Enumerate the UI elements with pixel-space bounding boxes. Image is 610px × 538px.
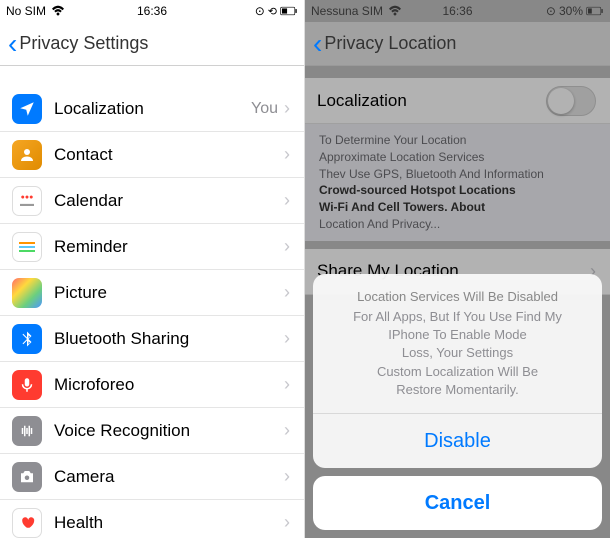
nav-title: Privacy Location [324,33,456,54]
status-bar: No SIM 16:36 ⊙ ⟲ [0,0,304,22]
row-contact[interactable]: Contact › [0,132,304,178]
voice-icon [12,416,42,446]
reminder-icon [12,232,42,262]
microphone-icon [12,370,42,400]
chevron-right-icon: › [284,466,290,487]
chevron-right-icon: › [284,98,290,119]
status-bar: Nessuna SIM 16:36 ⊙ 30% [305,0,610,22]
camera-icon [12,462,42,492]
row-bluetooth[interactable]: Bluetooth Sharing › [0,316,304,362]
chevron-right-icon: › [284,144,290,165]
disable-button[interactable]: Disable [313,414,602,468]
chevron-right-icon: › [284,236,290,257]
row-voice[interactable]: Voice Recognition › [0,408,304,454]
row-label: Contact [54,145,284,165]
screen-privacy-settings: No SIM 16:36 ⊙ ⟲ ‹ Privacy Settings Loca… [0,0,305,538]
nav-title: Privacy Settings [19,33,148,54]
row-localization[interactable]: Localization You › [0,86,304,132]
alarm-icon: ⊙ [546,4,556,18]
action-sheet: Location Services Will Be Disabled For A… [313,274,602,468]
row-localization-toggle[interactable]: Localization [305,78,610,124]
alarm-icon: ⊙ [255,4,265,18]
row-label: Bluetooth Sharing [54,329,284,349]
back-button[interactable]: ‹ [313,28,322,60]
row-camera[interactable]: Camera › [0,454,304,500]
row-label: Localization [54,99,251,119]
row-label: Health [54,513,284,533]
row-health[interactable]: Health › [0,500,304,538]
wifi-icon [386,2,404,20]
action-sheet-overlay: Location Services Will Be Disabled For A… [305,266,610,538]
rotation-lock-icon: ⟲ [268,5,277,18]
row-label: Reminder [54,237,284,257]
nav-bar: ‹ Privacy Settings [0,22,304,66]
row-label: Calendar [54,191,284,211]
chevron-right-icon: › [284,512,290,533]
row-calendar[interactable]: ●●●▬▬ Calendar › [0,178,304,224]
back-button[interactable]: ‹ [8,28,17,60]
row-label: Voice Recognition [54,421,284,441]
chevron-right-icon: › [284,190,290,211]
chevron-right-icon: › [284,420,290,441]
cancel-button[interactable]: Cancel [313,476,602,530]
carrier-label: Nessuna SIM [311,4,383,18]
chevron-right-icon: › [284,374,290,395]
bluetooth-icon [12,324,42,354]
row-reminder[interactable]: Reminder › [0,224,304,270]
wifi-icon [49,2,67,20]
photos-icon [12,278,42,308]
settings-list[interactable]: Localization You › Contact › ●●●▬▬ Calen… [0,66,304,538]
health-icon [12,508,42,538]
row-label: Camera [54,467,284,487]
clock: 16:36 [442,4,472,18]
chevron-right-icon: › [284,328,290,349]
screen-privacy-location: Nessuna SIM 16:36 ⊙ 30% ‹ Privacy Locati… [305,0,610,538]
row-label: Picture [54,283,284,303]
info-text: To Determine Your Location Approximate L… [305,124,610,241]
localization-toggle[interactable] [546,86,596,116]
battery-icon [280,2,298,20]
battery-icon [586,2,604,20]
calendar-icon: ●●●▬▬ [12,186,42,216]
nav-bar: ‹ Privacy Location [305,22,610,66]
chevron-right-icon: › [284,282,290,303]
action-sheet-message: Location Services Will Be Disabled For A… [313,274,602,414]
battery-percent: 30% [559,4,583,18]
row-detail: You [251,100,278,118]
carrier-label: No SIM [6,4,46,18]
location-icon [12,94,42,124]
cancel-sheet: Cancel [313,476,602,530]
row-picture[interactable]: Picture › [0,270,304,316]
row-label: Microforeo [54,375,284,395]
contact-icon [12,140,42,170]
row-label: Localization [317,91,546,111]
clock: 16:36 [137,4,167,18]
row-microphone[interactable]: Microforeo › [0,362,304,408]
